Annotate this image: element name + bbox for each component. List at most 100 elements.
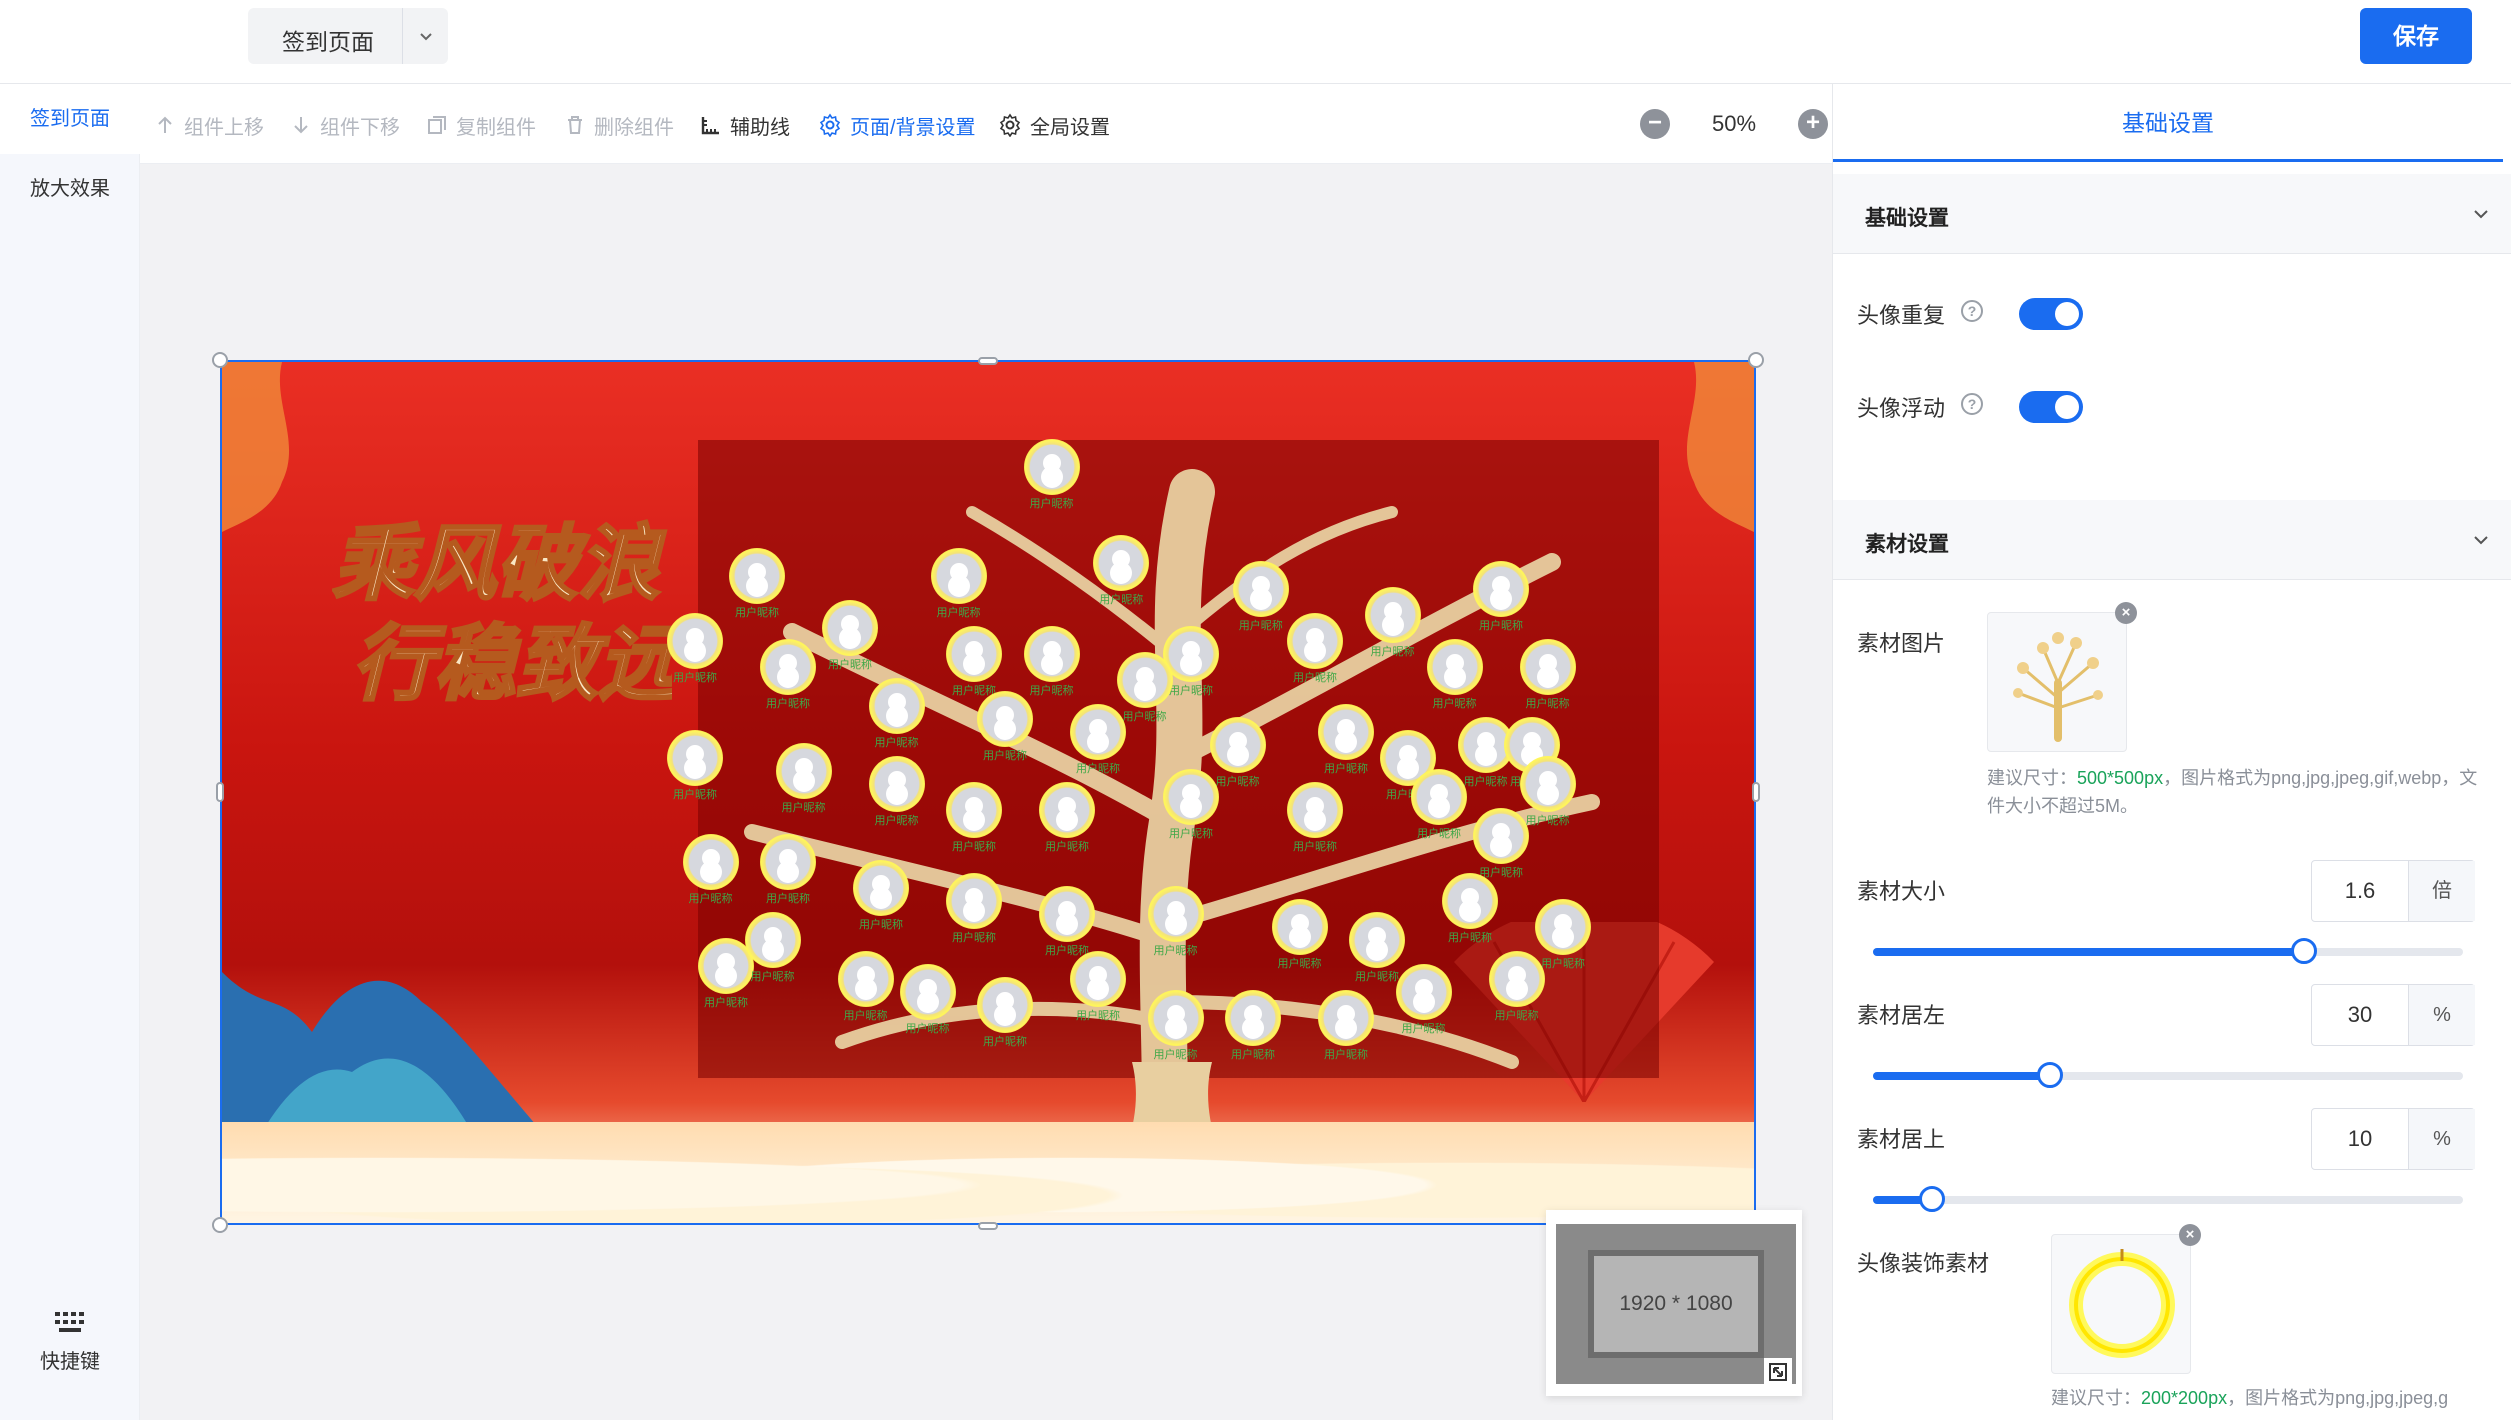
- copy-component-label: 复制组件: [456, 116, 536, 139]
- avatar-nickname: 用户昵称: [828, 659, 872, 671]
- avatar-placeholder: [1116, 652, 1173, 708]
- chevron-down-icon: [2474, 536, 2488, 545]
- help-icon[interactable]: ?: [1961, 300, 1983, 322]
- avatar-repeat-toggle[interactable]: [2019, 298, 2083, 330]
- top-bar: 签到页面 保存: [0, 0, 2511, 84]
- avatar-placeholder: [1488, 951, 1545, 1007]
- hint-prefix: 建议尺寸：: [1987, 768, 2077, 788]
- avatar-nickname: 用户昵称: [1076, 1010, 1120, 1022]
- avatar-nickname: 用户昵称: [1432, 698, 1477, 710]
- avatar-nickname: 用户昵称: [1479, 620, 1523, 632]
- avatar-nickname: 用户昵称: [1076, 763, 1120, 775]
- move-down-label: 组件下移: [320, 116, 400, 139]
- resize-handle[interactable]: [978, 1222, 998, 1230]
- page-background-settings-label: 页面/背景设置: [850, 116, 976, 139]
- material-size-input[interactable]: 1.6 倍: [2311, 860, 2475, 922]
- section-material-title: 素材设置: [1865, 533, 1949, 556]
- remove-image-button[interactable]: ×: [2115, 602, 2137, 624]
- material-left-input[interactable]: 30 %: [2311, 984, 2475, 1046]
- avatar-nickname: 用户昵称: [843, 1010, 888, 1022]
- page-background-settings-button[interactable]: 页面/背景设置: [818, 110, 976, 140]
- avatar-nickname: 用户昵称: [1355, 971, 1399, 983]
- delete-component-button[interactable]: 删除组件: [564, 110, 674, 140]
- resize-handle[interactable]: [1748, 352, 1764, 368]
- stage-preview[interactable]: 乘风破浪行稳致远 用户昵称 用户昵称 用户昵称 用户昵称 用户昵称 用户昵称 用户昵称 用户昵…: [220, 360, 1756, 1225]
- avatar-placeholder: [853, 860, 909, 916]
- move-down-button[interactable]: 组件下移: [290, 110, 400, 140]
- expand-button[interactable]: [1764, 1358, 1792, 1386]
- avatar-placeholder: [1093, 535, 1150, 591]
- material-image-thumbnail[interactable]: [1987, 612, 2127, 752]
- avatar-placeholder: [1039, 782, 1095, 838]
- slider-knob[interactable]: [2037, 1062, 2063, 1088]
- global-settings-button[interactable]: 全局设置: [998, 110, 1110, 140]
- gear-icon: [999, 113, 1021, 137]
- zoom-level: 50%: [1711, 111, 1757, 136]
- avatar-nickname: 用户昵称: [1463, 776, 1508, 788]
- avatar-placeholder: [667, 730, 723, 786]
- minimap: 1920 * 1080: [1546, 1210, 1802, 1396]
- avatar-placeholder: [1473, 561, 1529, 617]
- avatar-placeholder: [1070, 951, 1126, 1007]
- resize-handle[interactable]: [212, 1217, 228, 1233]
- material-left-label: 素材居左: [1857, 1003, 1946, 1028]
- cloud-decoration: [222, 1122, 1754, 1223]
- material-size-label: 素材大小: [1857, 879, 1946, 904]
- copy-component-button[interactable]: 复制组件: [426, 110, 536, 140]
- nav-item-checkin-page[interactable]: 签到页面: [0, 84, 140, 154]
- resize-handle[interactable]: [978, 357, 998, 365]
- remove-decoration-button[interactable]: ×: [2179, 1224, 2201, 1246]
- avatar-decoration-thumbnail[interactable]: [2051, 1234, 2191, 1374]
- zoom-out-button[interactable]: −: [1640, 109, 1670, 139]
- avatar-decoration-label: 头像装饰素材: [1857, 1251, 1990, 1276]
- material-size-slider[interactable]: [1873, 938, 2463, 964]
- avatar-placeholder: [977, 977, 1033, 1033]
- avatar-placeholder: [1519, 639, 1576, 695]
- move-up-button[interactable]: 组件上移: [154, 110, 264, 140]
- material-top-input[interactable]: 10 %: [2311, 1108, 2475, 1170]
- tab-basic-settings[interactable]: 基础设置: [1833, 84, 2503, 162]
- avatar-placeholder: [1442, 873, 1498, 929]
- ruler-icon: [701, 117, 719, 135]
- material-top-label: 素材居上: [1857, 1127, 1946, 1152]
- material-top-slider[interactable]: [1873, 1186, 2463, 1212]
- slider-fill: [1873, 948, 2304, 956]
- resize-handle[interactable]: [212, 352, 228, 368]
- avatar-nickname: 用户昵称: [1417, 828, 1461, 840]
- avatar-placeholder: [1232, 561, 1289, 617]
- material-left-slider[interactable]: [1873, 1062, 2463, 1088]
- slider-knob[interactable]: [2290, 938, 2317, 964]
- hint-size: 500*500px: [2077, 768, 2164, 788]
- avatar-placeholder: [1039, 886, 1095, 942]
- avatar-nickname: 用户昵称: [1324, 763, 1368, 775]
- avatar-placeholder: [946, 782, 1002, 838]
- arrow-down-icon: [294, 117, 308, 134]
- calligraphy-line-1: 乘风破浪行稳致远: [332, 516, 672, 712]
- zoom-in-button[interactable]: +: [1798, 109, 1828, 139]
- page-select[interactable]: 签到页面: [248, 8, 448, 64]
- section-header-material[interactable]: 素材设置: [1833, 500, 2511, 580]
- resize-handle[interactable]: [1752, 782, 1760, 802]
- avatar-float-label: 头像浮动: [1857, 396, 1946, 421]
- avatar-float-toggle[interactable]: [2019, 391, 2083, 423]
- avatar-nickname: 用户昵称: [1122, 711, 1167, 723]
- shortcut-button[interactable]: 快捷键: [0, 1310, 140, 1374]
- help-icon[interactable]: ?: [1961, 393, 1983, 415]
- avatar-placeholder: [1147, 886, 1204, 942]
- avatar-nickname: 用户昵称: [673, 672, 717, 684]
- avatar-placeholder: [1473, 808, 1529, 864]
- chevron-down-icon: [2474, 210, 2488, 219]
- avatar-nickname: 用户昵称: [952, 841, 996, 853]
- section-header-basic[interactable]: 基础设置: [1833, 174, 2511, 254]
- settings-panel: 基础设置 基础设置 头像重复 ? 头像浮动 ? 素材设置 素材图片 × 建议尺寸…: [1832, 84, 2511, 1420]
- guides-button[interactable]: 辅助线: [700, 110, 790, 140]
- resize-handle[interactable]: [216, 782, 224, 802]
- avatar-placeholder: [1426, 639, 1483, 695]
- avatar-nickname: 用户昵称: [1169, 685, 1213, 697]
- slider-knob[interactable]: [1919, 1186, 1945, 1212]
- save-button[interactable]: 保存: [2360, 8, 2472, 64]
- avatar-placeholder: [837, 951, 894, 1007]
- avatar-nickname: 用户昵称: [1238, 620, 1283, 632]
- avatar-nickname: 用户昵称: [766, 893, 810, 905]
- nav-item-zoom-effect[interactable]: 放大效果: [0, 154, 140, 224]
